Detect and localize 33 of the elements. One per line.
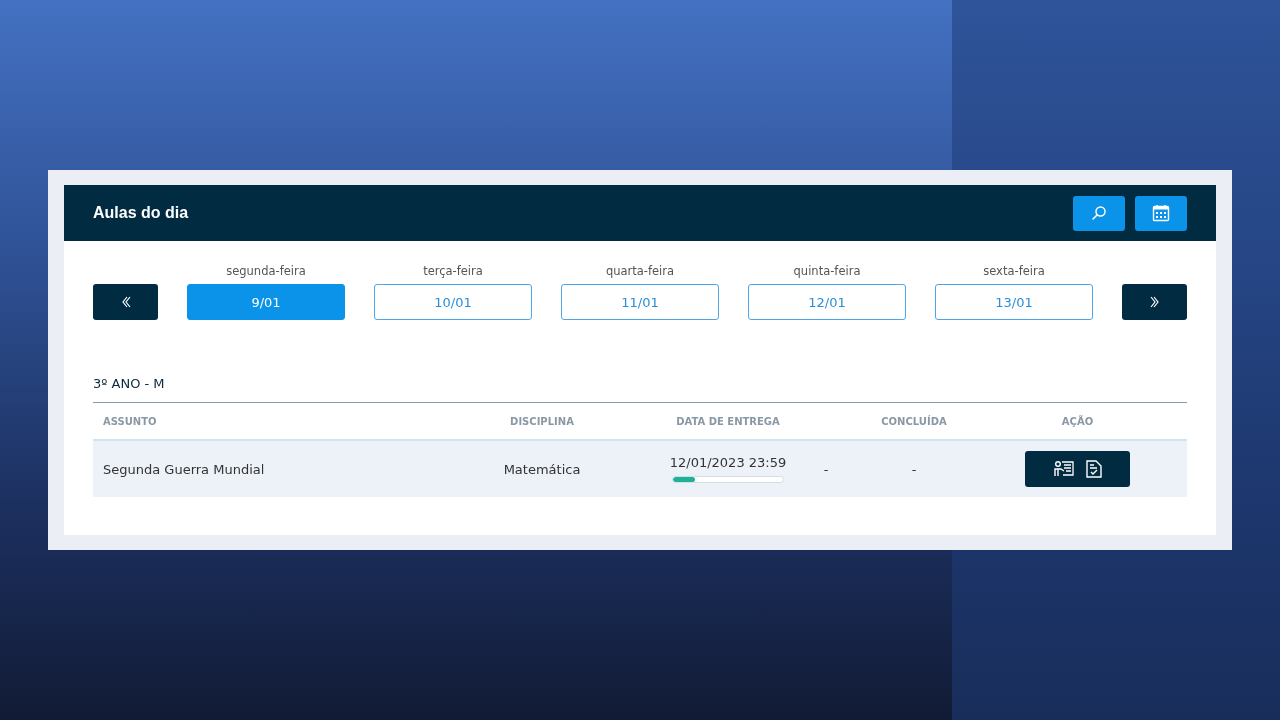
table-cell: Matemática <box>503 461 581 477</box>
date-tab[interactable]: 9/01 <box>187 284 345 320</box>
date-tab[interactable]: 10/01 <box>374 284 532 320</box>
search-icon <box>1091 205 1107 221</box>
column-header: DISCIPLINA <box>510 415 574 427</box>
weekday-label: quinta-feira <box>793 264 861 278</box>
action-button[interactable] <box>1025 451 1130 487</box>
document-check-icon <box>1085 460 1102 478</box>
calendar-button[interactable] <box>1135 195 1187 231</box>
next-button[interactable] <box>1122 284 1187 320</box>
weekday-label: quarta-feira <box>605 264 675 278</box>
due-date: 12/01/2023 23:59 <box>669 455 787 470</box>
table-cell: - <box>823 461 829 477</box>
date-tab[interactable]: 11/01 <box>561 284 719 320</box>
table-cell: Segunda Guerra Mundial <box>103 461 265 477</box>
search-button[interactable] <box>1073 195 1125 231</box>
previous-button[interactable] <box>93 284 158 320</box>
weekday-label: segunda-feira <box>226 264 306 278</box>
weekday-label: terça-feira <box>423 264 483 278</box>
column-header: CONCLUÍDA <box>881 415 947 427</box>
calendar-icon <box>1152 204 1170 222</box>
double-chevron-left-icon <box>120 296 131 308</box>
column-header: DATA DE ENTREGA <box>676 415 780 427</box>
date-tab[interactable]: 12/01 <box>748 284 906 320</box>
double-chevron-right-icon <box>1149 296 1160 308</box>
weekday-label: sexta-feira <box>983 264 1045 278</box>
column-header: AÇÃO <box>1061 415 1094 427</box>
column-header: ASSUNTO <box>103 415 157 427</box>
card-title: Aulas do dia <box>93 204 189 222</box>
date-tab[interactable]: 13/01 <box>935 284 1093 320</box>
class-heading: 3º ANO - M <box>93 376 1187 403</box>
table-cell: - <box>911 461 917 477</box>
person-board-icon <box>1053 460 1074 478</box>
